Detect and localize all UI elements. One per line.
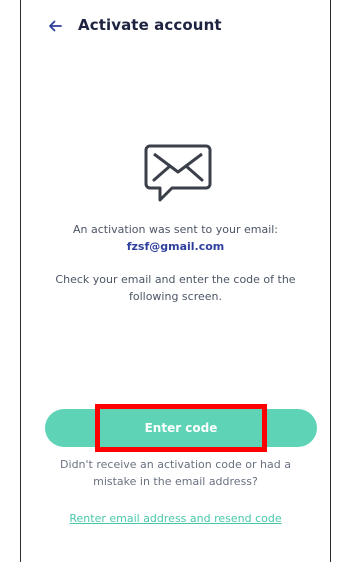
instructions-text: Check your email and enter the code of t… [55, 273, 296, 303]
header: Activate account [21, 12, 330, 40]
enter-code-button[interactable]: Enter code [45, 409, 317, 447]
mail-chat-icon [144, 144, 212, 202]
page-title: Activate account [78, 16, 222, 34]
hint-text: Didn't receive an activation code or had… [60, 458, 291, 488]
back-button[interactable] [43, 14, 67, 38]
enter-code-label: Enter code [144, 421, 218, 435]
phone-screen: Activate account An activation was sent … [20, 0, 331, 562]
arrow-left-icon [49, 20, 62, 32]
resend-code-link[interactable]: Renter email address and resend code [21, 512, 330, 525]
email-address: fzsf@gmail.com [126, 240, 225, 253]
sent-message: An activation was sent to your email: [72, 223, 279, 236]
